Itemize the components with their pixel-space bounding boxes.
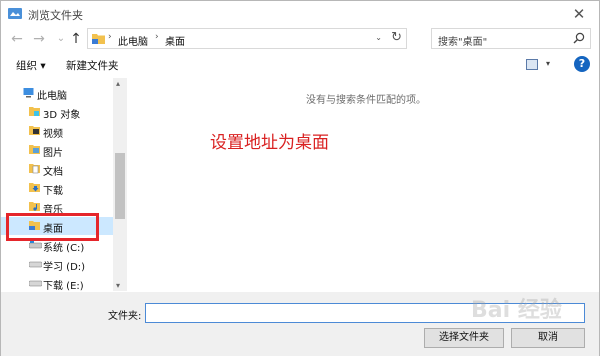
folder-content-area[interactable]: 没有与搜索条件匹配的项。 设置地址为桌面 [128, 78, 599, 291]
help-icon[interactable]: ? [574, 56, 590, 72]
sidebar-item-video[interactable]: 视频 [1, 122, 113, 140]
documents-icon [29, 164, 40, 174]
sidebar-item-drive-d[interactable]: 学习 (D:) [1, 255, 113, 273]
sidebar-item-documents[interactable]: 文档 [1, 160, 113, 178]
sidebar-item-drive-e[interactable]: 下载 (E:) [1, 274, 113, 292]
title-bar: 浏览文件夹 ✕ [1, 1, 599, 27]
navigation-pane-scrollbar[interactable]: ▴ ▾ [113, 78, 127, 291]
organize-menu[interactable]: 组织 ▾ [16, 58, 46, 73]
view-dropdown-icon[interactable]: ▾ [546, 59, 550, 68]
sidebar-item-label: 视频 [43, 129, 63, 140]
sidebar-item-pictures[interactable]: 图片 [1, 141, 113, 159]
up-button[interactable]: ↑ [68, 29, 84, 49]
download-icon [29, 183, 40, 192]
drive-icon [29, 261, 42, 268]
3d-objects-icon [29, 107, 40, 116]
window-app-icon [8, 8, 22, 19]
navigation-pane: 此电脑 3D 对象 视频 图片 文档 下载 音乐 桌面 系统 (C:) 学习 (… [1, 78, 127, 292]
breadcrumb-this-pc[interactable]: 此电脑 [118, 33, 148, 48]
empty-results-message: 没有与搜索条件匹配的项。 [306, 95, 426, 106]
forward-button[interactable]: → [31, 29, 47, 49]
sidebar-item-label: 图片 [43, 148, 63, 159]
sidebar-item-label: 下载 (E:) [43, 281, 84, 292]
annotation-text: 设置地址为桌面 [210, 133, 329, 153]
browse-folder-dialog: 浏览文件夹 ✕ ← → ⌄ ↑ › 此电脑 › 桌面 ⌄ ↻ 搜索"桌面" 组织… [0, 0, 600, 356]
view-options-icon[interactable] [526, 59, 538, 70]
drive-icon [29, 280, 42, 287]
window-title: 浏览文件夹 [28, 9, 83, 22]
navigation-bar: ← → ⌄ ↑ › 此电脑 › 桌面 ⌄ ↻ 搜索"桌面" [1, 27, 599, 51]
select-folder-button[interactable]: 选择文件夹 [424, 328, 504, 348]
sidebar-item-3d-objects[interactable]: 3D 对象 [1, 103, 113, 121]
computer-icon [23, 88, 34, 98]
folder-icon [92, 34, 105, 44]
search-input[interactable]: 搜索"桌面" [438, 33, 487, 48]
command-toolbar: 组织 ▾ 新建文件夹 ▾ ? [1, 54, 599, 76]
breadcrumb-desktop[interactable]: 桌面 [165, 33, 185, 48]
sidebar-item-label: 此电脑 [37, 91, 67, 102]
sidebar-item-this-pc[interactable]: 此电脑 [1, 84, 113, 102]
sidebar-item-downloads[interactable]: 下载 [1, 179, 113, 197]
search-icon[interactable] [573, 32, 585, 44]
back-button[interactable]: ← [9, 29, 25, 49]
new-folder-button[interactable]: 新建文件夹 [66, 58, 119, 73]
bottom-panel: 文件夹: 选择文件夹 取消 [1, 292, 599, 356]
search-box[interactable]: 搜索"桌面" [431, 28, 591, 49]
sidebar-item-label: 3D 对象 [43, 110, 81, 121]
address-bar[interactable]: › 此电脑 › 桌面 ⌄ ↻ [87, 28, 407, 49]
scroll-thumb[interactable] [115, 153, 125, 219]
sidebar-item-label: 学习 (D:) [43, 262, 86, 273]
recent-locations-button[interactable]: ⌄ [53, 29, 69, 49]
video-icon [29, 126, 40, 135]
breadcrumb-separator: › [108, 32, 112, 42]
folder-name-input[interactable] [145, 303, 585, 323]
folder-field-label: 文件夹: [108, 311, 142, 322]
address-dropdown-icon[interactable]: ⌄ [375, 33, 382, 42]
cancel-button[interactable]: 取消 [511, 328, 585, 348]
refresh-icon[interactable]: ↻ [391, 30, 402, 45]
scroll-down-icon[interactable]: ▾ [116, 281, 120, 290]
breadcrumb-separator: › [155, 32, 159, 42]
sidebar-item-label: 文档 [43, 167, 63, 178]
sidebar-item-label: 系统 (C:) [43, 243, 85, 254]
music-icon [29, 202, 40, 211]
close-button[interactable]: ✕ [569, 4, 589, 24]
sidebar-item-label: 下载 [43, 186, 63, 197]
pictures-icon [29, 145, 40, 154]
scroll-up-icon[interactable]: ▴ [116, 79, 120, 88]
annotation-highlight-box [6, 213, 99, 241]
